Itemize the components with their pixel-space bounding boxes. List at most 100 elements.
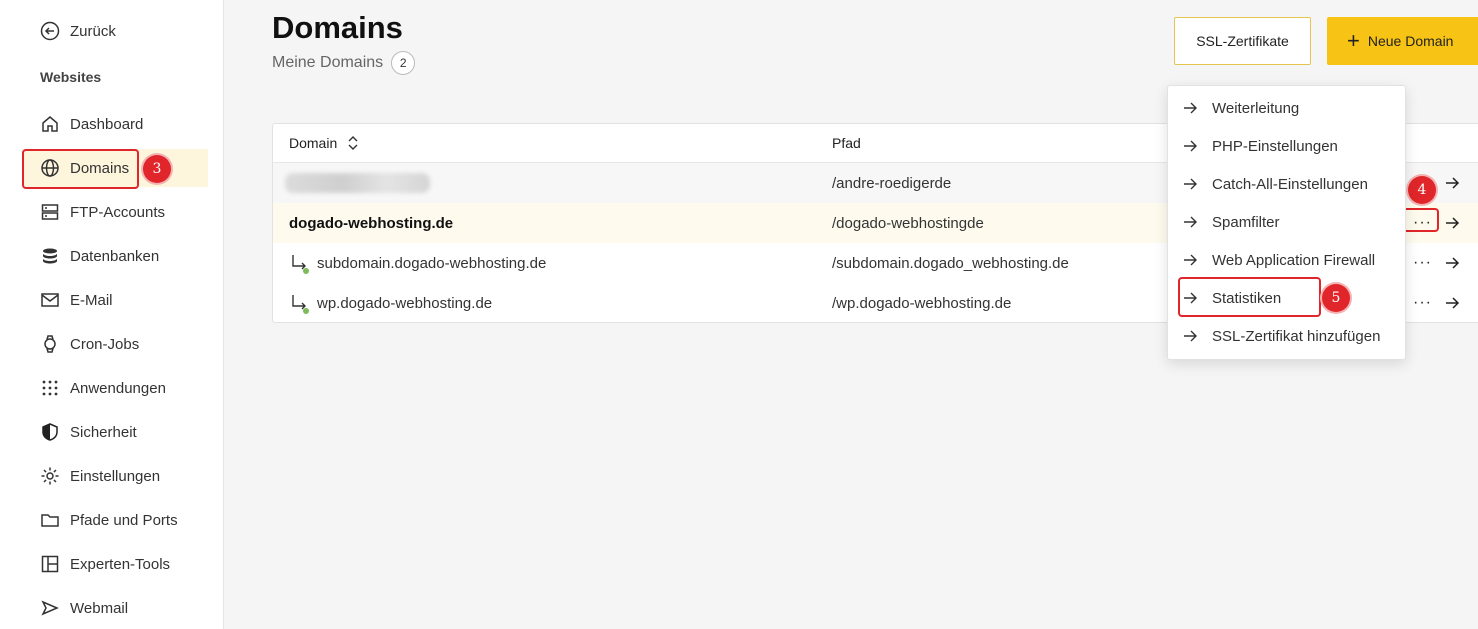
plus-icon: +: [1347, 28, 1360, 53]
sidebar-item-sicherheit[interactable]: Sicherheit: [22, 413, 208, 451]
status-dot: [303, 268, 309, 274]
arrow-right-icon: [1446, 217, 1460, 229]
row-arrow-button[interactable]: [1444, 283, 1460, 323]
domain-count-badge: 2: [391, 51, 416, 75]
sidebar-item-e-mail[interactable]: E-Mail: [22, 281, 208, 319]
domain-cell: dogado-webhosting.de: [289, 214, 454, 232]
sidebar-item-cron-jobs[interactable]: Cron-Jobs: [22, 325, 208, 363]
menu-item-catch-all[interactable]: Catch-All-Einstellungen: [1168, 165, 1407, 203]
new-domain-label: Neue Domain: [1367, 33, 1454, 49]
sidebar-item-webmail[interactable]: Webmail: [22, 589, 208, 627]
subdomain-arrow-icon: [289, 252, 311, 274]
menu-item-label: PHP-Einstellungen: [1212, 137, 1338, 155]
sidebar-item-label: Dashboard: [70, 115, 144, 133]
sidebar-item-label: E-Mail: [70, 291, 113, 309]
arrow-right-icon: [1184, 178, 1197, 190]
sidebar-item-label: Cron-Jobs: [70, 335, 140, 353]
sidebar-item-label: Anwendungen: [70, 379, 166, 397]
sidebar-item-label: Experten-Tools: [70, 555, 171, 573]
domain-actions-menu: Weiterleitung PHP-Einstellungen Catch-Al…: [1167, 85, 1406, 360]
sidebar: Zurück Websites Dashboard Domains FTP-Ac…: [0, 0, 224, 629]
domain-cell: subdomain.dogado-webhosting.de: [289, 243, 546, 283]
arrow-right-icon: [1446, 177, 1460, 189]
column-header-label: Domain: [289, 135, 338, 151]
sidebar-item-ftp-accounts[interactable]: FTP-Accounts: [22, 193, 208, 231]
grid-dots-icon: [42, 380, 58, 396]
back-label: Zurück: [70, 22, 116, 40]
menu-item-waf[interactable]: Web Application Firewall: [1168, 241, 1407, 279]
home-icon: [42, 116, 58, 132]
mail-icon: [41, 293, 59, 307]
annotation-badge-3: 3: [143, 155, 171, 183]
column-header-domain[interactable]: Domain: [289, 124, 359, 162]
sidebar-item-label: Webmail: [70, 599, 129, 617]
row-arrow-button[interactable]: [1444, 243, 1460, 283]
page-title: Domains: [272, 10, 403, 45]
section-label-websites: Websites: [40, 69, 102, 85]
sidebar-item-label: Pfade und Ports: [70, 511, 178, 529]
row-arrow-button[interactable]: [1444, 203, 1460, 243]
more-options-button[interactable]: ···: [1413, 243, 1432, 283]
ssl-certificates-button[interactable]: SSL-Zertifikate: [1174, 17, 1311, 65]
subdomain-arrow-icon: [289, 292, 311, 314]
back-link[interactable]: Zurück: [40, 20, 116, 42]
new-domain-button[interactable]: + Neue Domain: [1327, 17, 1478, 65]
sidebar-item-dashboard[interactable]: Dashboard: [22, 105, 208, 143]
menu-item-label: Web Application Firewall: [1212, 251, 1376, 269]
send-icon: [41, 600, 59, 616]
annotation-highlight-statistiken: [1178, 277, 1321, 317]
folder-icon: [41, 514, 59, 527]
arrow-right-icon: [1184, 140, 1197, 152]
menu-item-label: Spamfilter: [1212, 213, 1280, 231]
column-header-path: Pfad: [832, 135, 861, 151]
more-dots-icon: ···: [1413, 254, 1432, 271]
arrow-right-icon: [1184, 102, 1197, 114]
more-dots-icon: ···: [1413, 294, 1432, 311]
menu-item-spamfilter[interactable]: Spamfilter: [1168, 203, 1407, 241]
page-subtitle: Meine Domains 2: [272, 51, 416, 75]
row-arrow-button[interactable]: [1444, 163, 1460, 203]
annotation-badge-5: 5: [1322, 284, 1350, 312]
server-icon: [41, 204, 59, 220]
menu-item-weiterleitung[interactable]: Weiterleitung: [1168, 89, 1407, 127]
domain-cell: wp.dogado-webhosting.de: [289, 283, 492, 323]
arrow-right-icon: [1184, 254, 1197, 266]
menu-item-label: Catch-All-Einstellungen: [1212, 175, 1368, 193]
sidebar-item-label: FTP-Accounts: [70, 203, 166, 221]
shield-icon: [42, 423, 58, 441]
status-dot: [303, 308, 309, 314]
sidebar-item-label: Einstellungen: [70, 467, 161, 485]
arrow-left-circle-icon: [40, 21, 60, 41]
gear-icon: [41, 467, 59, 485]
sidebar-item-label: Datenbanken: [70, 247, 160, 265]
subtitle-label: Meine Domains: [272, 54, 384, 71]
path-cell: /dogado-webhostingde: [832, 214, 984, 232]
arrow-right-icon: [1184, 330, 1197, 342]
sort-icon[interactable]: [347, 135, 359, 151]
path-cell: /subdomain.dogado_webhosting.de: [832, 254, 1069, 272]
sidebar-item-experten-tools[interactable]: Experten-Tools: [22, 545, 208, 583]
watch-icon: [44, 335, 56, 353]
arrow-right-icon: [1184, 216, 1197, 228]
redacted-domain: [285, 173, 430, 193]
sidebar-item-einstellungen[interactable]: Einstellungen: [22, 457, 208, 495]
menu-item-php-einstellungen[interactable]: PHP-Einstellungen: [1168, 127, 1407, 165]
database-icon: [43, 248, 57, 264]
domain-cell-redacted: [285, 163, 430, 203]
more-options-button[interactable]: ···: [1413, 283, 1432, 323]
arrow-right-icon: [1446, 257, 1460, 269]
path-cell: /andre-roedigerde: [832, 174, 952, 192]
sidebar-item-pfade-und-ports[interactable]: Pfade und Ports: [22, 501, 208, 539]
domain-name: wp.dogado-webhosting.de: [317, 294, 493, 312]
menu-item-ssl-hinzufuegen[interactable]: SSL-Zertifikat hinzufügen: [1168, 317, 1407, 355]
menu-item-label: SSL-Zertifikat hinzufügen: [1212, 327, 1381, 345]
arrow-right-icon: [1446, 297, 1460, 309]
menu-item-label: Weiterleitung: [1212, 99, 1300, 117]
annotation-highlight-domains: [22, 149, 139, 189]
sidebar-item-anwendungen[interactable]: Anwendungen: [22, 369, 208, 407]
annotation-badge-4: 4: [1408, 176, 1436, 204]
domain-name: subdomain.dogado-webhosting.de: [317, 254, 547, 272]
sidebar-item-label: Sicherheit: [70, 423, 137, 441]
sidebar-item-datenbanken[interactable]: Datenbanken: [22, 237, 208, 275]
layout-icon: [41, 555, 59, 573]
